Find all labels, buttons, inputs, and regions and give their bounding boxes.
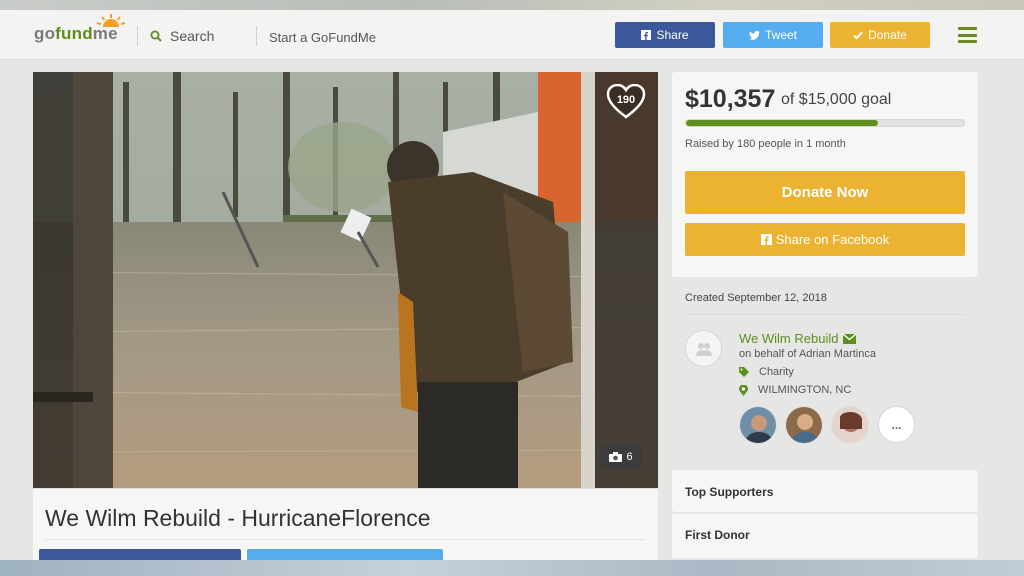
start-gofundme-link[interactable]: Start a GoFundMe: [269, 30, 376, 45]
check-icon: [853, 31, 863, 40]
heart-count: 190: [616, 94, 636, 106]
gofundme-logo[interactable]: gofundme: [34, 14, 126, 44]
donation-card: $10,357 of $15,000 goal Raised by 180 pe…: [672, 72, 978, 277]
map-pin-icon: [739, 384, 748, 396]
header-divider: [137, 26, 138, 46]
raised-by-text: Raised by 180 people in 1 month: [685, 138, 846, 150]
tweet-button[interactable]: Tweet: [723, 22, 823, 48]
progress-bar: [685, 119, 965, 127]
team-member-avatar[interactable]: [831, 406, 869, 444]
campaign-photo[interactable]: [33, 72, 658, 488]
tag-icon: [739, 367, 749, 377]
header-divider: [256, 26, 257, 46]
amount-raised: $10,357: [685, 85, 776, 113]
search-button[interactable]: Search: [150, 28, 214, 44]
team-member-photo: [832, 407, 868, 443]
more-team-members-button[interactable]: ...: [878, 406, 915, 443]
team-member-photo: [786, 407, 822, 443]
photo-count-badge[interactable]: 6: [600, 445, 642, 469]
envelope-icon[interactable]: [843, 333, 857, 344]
users-icon: [695, 342, 712, 356]
top-supporters-label: Top Supporters: [685, 485, 774, 499]
divider: [45, 539, 645, 540]
share-on-facebook-button[interactable]: Share on Facebook: [685, 223, 965, 256]
site-header: gofundme Search Start a GoFundMe Share T…: [0, 10, 1024, 60]
organizer-name[interactable]: We Wilm Rebuild: [739, 331, 857, 346]
facebook-icon: [760, 234, 772, 245]
created-date: Created September 12, 2018: [685, 292, 827, 304]
beneficiary-text: on behalf of Adrian Martinca: [739, 348, 876, 360]
progress-fill: [686, 120, 878, 126]
category-row: Charity: [739, 366, 794, 378]
campaign-title: We Wilm Rebuild - HurricaneFlorence: [45, 505, 431, 531]
hamburger-menu-icon[interactable]: [958, 27, 977, 43]
first-donor-label: First Donor: [685, 528, 750, 542]
goal-text: of $15,000 goal: [781, 91, 892, 108]
location-row: WILMINGTON, NC: [739, 384, 851, 396]
divider: [685, 314, 965, 315]
first-donor-section[interactable]: First Donor: [672, 514, 978, 558]
donate-now-button[interactable]: Donate Now: [685, 171, 965, 214]
team-member-avatar[interactable]: [739, 406, 777, 444]
camera-icon: [609, 452, 623, 462]
share-button[interactable]: Share: [615, 22, 715, 48]
search-icon: [150, 30, 162, 42]
organizer-avatar[interactable]: [685, 330, 722, 367]
facebook-icon: [641, 30, 652, 40]
donate-button[interactable]: Donate: [830, 22, 930, 48]
top-screen-strip: [0, 0, 1024, 10]
top-supporters-section[interactable]: Top Supporters: [672, 470, 978, 512]
sun-icon: [96, 14, 126, 27]
twitter-icon: [748, 30, 760, 40]
bottom-screen-strip: [0, 560, 1024, 576]
team-member-avatar[interactable]: [785, 406, 823, 444]
flood-scene-image: [33, 72, 658, 488]
team-member-photo: [740, 407, 776, 443]
